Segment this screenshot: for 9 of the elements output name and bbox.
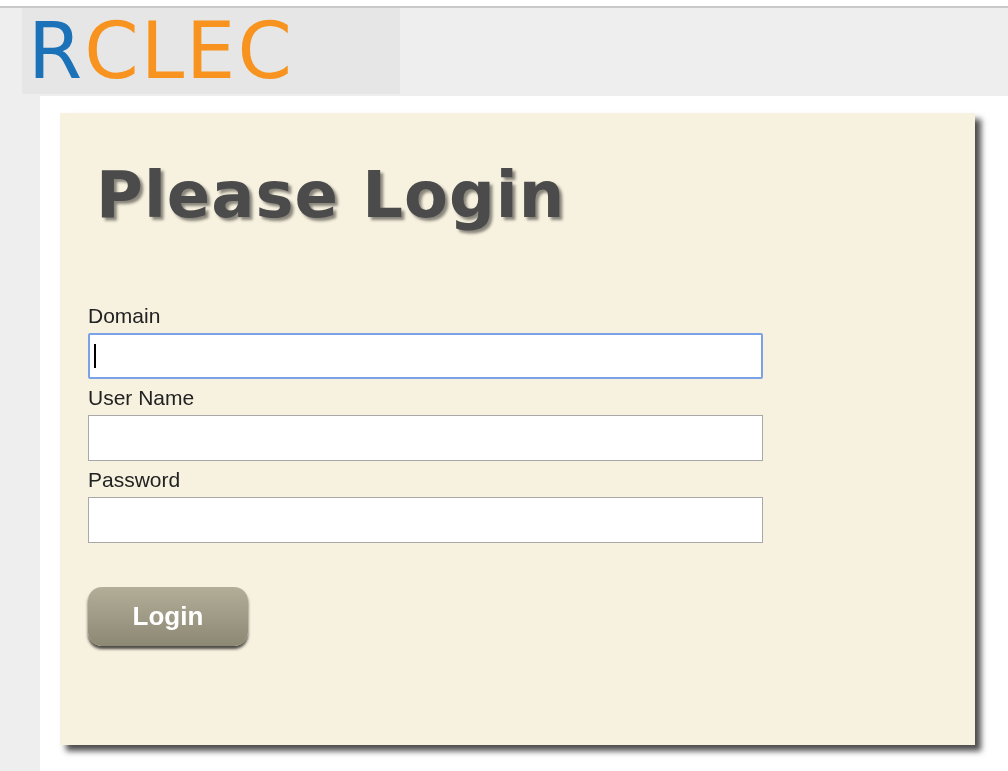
- text-cursor: [94, 344, 96, 368]
- field-label: Password: [88, 467, 182, 493]
- login-button[interactable]: Login: [88, 587, 248, 646]
- input-field[interactable]: [88, 497, 763, 543]
- field-label: User Name: [88, 385, 196, 411]
- input-field[interactable]: [88, 333, 763, 379]
- field-label: Domain: [88, 303, 162, 329]
- input-field[interactable]: [88, 415, 763, 461]
- logo: RCLEC: [22, 8, 400, 94]
